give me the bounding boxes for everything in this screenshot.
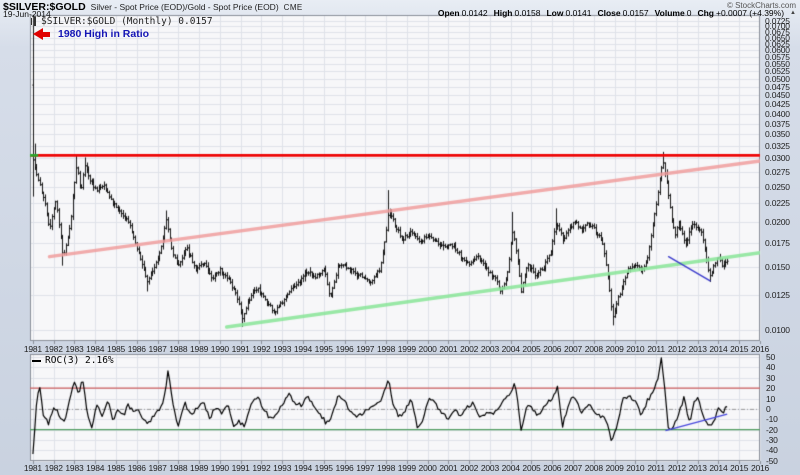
ohlc-quote-row: Open0.0142 High0.0158 Low0.0141 Close0.0… [438, 8, 796, 18]
low-value: 0.0141 [565, 8, 591, 18]
main-chart-legend-text: $SILVER:$GOLD (Monthly) 0.0157 [41, 16, 213, 27]
main-chart-legend: $SILVER:$GOLD (Monthly) 0.0157 [31, 16, 213, 27]
1980-high-annotation: 1980 High in Ratio [33, 28, 149, 40]
change-label: Chg [697, 8, 714, 18]
roc-legend: ROC(3) 2.16% [32, 355, 114, 366]
high-value: 0.0158 [514, 8, 540, 18]
exchange-label: CME [284, 3, 303, 12]
open-label: Open [438, 8, 460, 18]
annotation-text: 1980 High in Ratio [58, 28, 149, 40]
change-value: +0.0007 (+4.39%) [716, 8, 784, 18]
stockcharts-chart-page: $SILVER:$GOLD Silver - Spot Price (EOD)/… [0, 0, 800, 475]
volume-value: 0 [687, 8, 692, 18]
high-label: High [494, 8, 513, 18]
low-label: Low [546, 8, 563, 18]
roc-legend-text: ROC(3) 2.16% [45, 355, 114, 366]
open-value: 0.0142 [462, 8, 488, 18]
price-and-roc-chart-canvas [0, 0, 800, 475]
change-up-triangle-icon: ▲ [790, 10, 796, 16]
close-value: 0.0157 [623, 8, 649, 18]
volume-label: Volume [655, 8, 685, 18]
chart-type-icon [31, 17, 37, 26]
close-label: Close [597, 8, 620, 18]
roc-line-swatch-icon [32, 360, 41, 362]
symbol-description: Silver - Spot Price (EOD)/Gold - Spot Pr… [91, 2, 279, 12]
red-left-arrow-icon [33, 28, 50, 40]
